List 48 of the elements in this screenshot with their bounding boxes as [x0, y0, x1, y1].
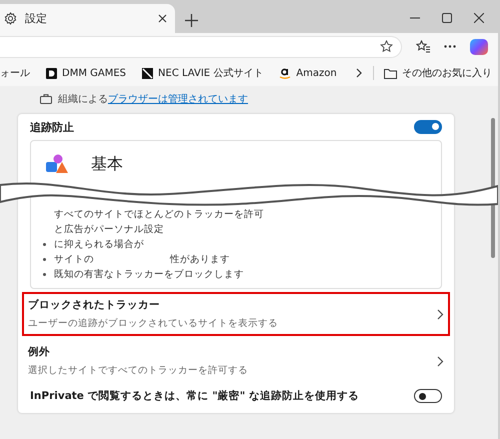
copilot-icon[interactable] [470, 38, 488, 54]
bullet-text: サイトの [54, 253, 94, 266]
row-subtitle: 選択したサイトですべてのトラッカーを許可する [28, 364, 248, 377]
bullet-icon [43, 243, 46, 246]
letter-d-icon [46, 68, 57, 78]
briefcase-icon [40, 94, 52, 104]
bullet-text: 既知の有害なトラッカーをブロックします [54, 268, 244, 281]
highlighted-setting-row[interactable]: ブロックされたトラッカー ユーザーの追跡がブロックされているサイトを表示する [22, 292, 450, 336]
favorites-icon[interactable] [416, 40, 430, 53]
section-title: 追跡防止 [30, 120, 74, 134]
maximize-icon[interactable] [442, 13, 452, 23]
tab-title: 設定 [25, 11, 48, 26]
settings-icon [4, 12, 17, 25]
bullet-icon [43, 273, 46, 276]
star-icon[interactable] [380, 40, 393, 53]
close-icon[interactable] [158, 14, 167, 23]
row-title: 例外 [28, 345, 51, 359]
bullet-icon [43, 258, 46, 261]
chevron-right-icon [437, 356, 444, 366]
level-title: 基本 [91, 154, 123, 174]
more-icon[interactable] [444, 45, 456, 48]
shapes-icon [45, 154, 69, 174]
bullet-text: に抑えられる場合が [54, 238, 144, 251]
bookmark-item[interactable]: NEC LAVIE 公式サイト [142, 66, 264, 80]
setting-row[interactable]: 例外 選択したサイトですべてのトラッカーを許可する [22, 339, 450, 383]
other-favorites-folder[interactable]: その他のお気に入り [384, 66, 492, 80]
row-subtitle: ユーザーの追跡がブロックされているサイトを表示する [28, 317, 278, 330]
chevron-right-icon[interactable] [356, 68, 363, 78]
bullet-text: 性があります [170, 253, 230, 266]
bullet-text: と広告がパーソナル設定 [54, 223, 164, 236]
letter-a-icon [279, 67, 292, 79]
toggle-switch[interactable] [414, 389, 442, 403]
close-icon[interactable] [474, 13, 484, 23]
chevron-right-icon [437, 308, 444, 320]
row-title: ブロックされたトラッカー [28, 298, 161, 312]
browser-tab[interactable]: 設定 [0, 4, 175, 33]
slash-square-icon [142, 68, 154, 78]
bookmark-item[interactable]: ォール [0, 66, 30, 80]
toggle-switch[interactable] [414, 120, 442, 134]
managed-link[interactable]: ブラウザーは管理されています [108, 94, 248, 105]
folder-icon [384, 68, 397, 78]
inprivate-label: InPrivate で閲覧するときは、常に "厳密" な追跡防止を使用する [30, 389, 359, 403]
level-card[interactable]: 基本 すべてのサイトでほとんどのトラッカーを許可 と広告がパーソナル設定 に抑えられる場合が サイトの 性があります 既知の有害なトラッカーをブロックします [30, 140, 442, 289]
new-tab-icon[interactable] [185, 14, 198, 27]
managed-notice: 組織によるブラウザーは管理されています [58, 92, 248, 106]
bookmark-item[interactable]: Amazon [279, 67, 337, 79]
bullet-text: すべてのサイトでほとんどのトラッカーを許可 [54, 208, 264, 221]
bookmark-item[interactable]: DMM GAMES [46, 68, 126, 78]
